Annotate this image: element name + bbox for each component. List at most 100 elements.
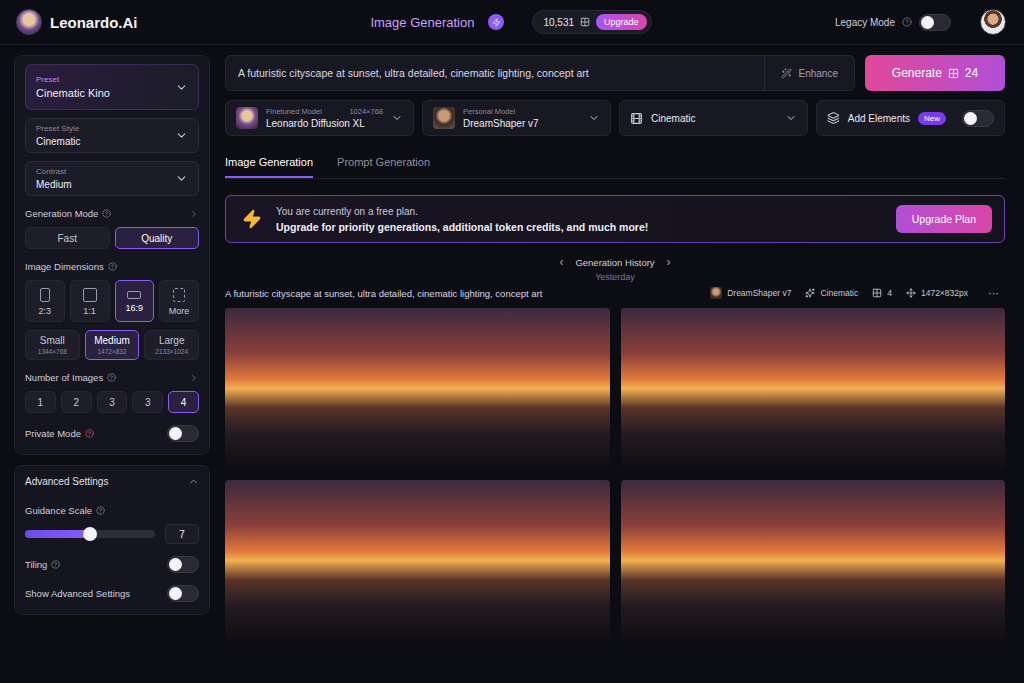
model-select[interactable]: Personal ModelDreamShaper v7 xyxy=(422,100,611,136)
top-bar: Leonardo.AiImage Generation 10,531Upgrade… xyxy=(0,0,1024,45)
select-label: Preset Style xyxy=(36,124,80,133)
preset-select[interactable]: PresetCinematic Kino xyxy=(25,64,199,110)
help-icon[interactable] xyxy=(107,373,116,382)
slider-thumb[interactable] xyxy=(83,527,97,541)
history-row: ‹Generation History› xyxy=(557,255,672,269)
enhance-label: Enhance xyxy=(799,68,838,79)
size-detail: 1344×768 xyxy=(38,348,67,355)
generate-cost: 24 xyxy=(965,66,978,80)
banner-title: You are currently on a free plan. xyxy=(276,206,882,217)
count-button[interactable]: 1 xyxy=(25,391,56,413)
size-button[interactable]: Large2133×1024 xyxy=(144,330,199,360)
private-mode-toggle[interactable] xyxy=(167,425,199,442)
count-button[interactable]: 3 xyxy=(132,391,163,413)
guidance-value[interactable]: 7 xyxy=(165,524,199,544)
ratio-shape-icon xyxy=(40,288,49,302)
mode-button[interactable]: Quality xyxy=(115,227,200,249)
size-options: Small1344×768 Medium 1472×832 Large2133×102… xyxy=(25,330,199,360)
help-icon[interactable] xyxy=(902,17,912,27)
guidance-slider[interactable] xyxy=(25,530,155,538)
selector-label: Personal Model xyxy=(463,107,515,116)
tab[interactable]: Prompt Generation xyxy=(337,150,430,178)
ratio-button[interactable]: 16:9 xyxy=(115,280,155,322)
generate-label: Generate xyxy=(892,66,942,80)
selector-texts: Finetuned Model1024×768Leonardo Diffusio… xyxy=(266,107,383,129)
size-label: Medium xyxy=(94,335,130,346)
model-selectors: Finetuned Model1024×768Leonardo Diffusio… xyxy=(225,100,1005,136)
legacy-toggle[interactable] xyxy=(919,14,951,31)
grid-icon xyxy=(872,288,882,298)
advanced-header[interactable]: Advanced Settings xyxy=(25,474,199,493)
generated-image[interactable] xyxy=(225,308,610,469)
sidebar: PresetCinematic KinoPreset StyleCinemati… xyxy=(14,55,210,683)
elements-toggle[interactable] xyxy=(962,110,994,127)
add-elements[interactable]: Add ElementsNew xyxy=(816,100,1005,136)
help-icon[interactable] xyxy=(51,560,60,569)
selector-label-row: Personal Model xyxy=(463,107,580,116)
select-value: Medium xyxy=(36,179,72,190)
count-button[interactable]: 2 xyxy=(61,391,92,413)
advanced-toggle[interactable] xyxy=(167,585,199,602)
slider-fill xyxy=(25,530,90,538)
prompt-input[interactable]: A futuristic cityscape at sunset, ultra … xyxy=(225,55,855,91)
generate-button[interactable]: Generate 24 xyxy=(865,55,1005,91)
select-label: Contrast xyxy=(36,167,72,176)
help-icon[interactable] xyxy=(102,209,111,218)
logo[interactable]: Leonardo.Ai xyxy=(16,9,370,35)
toggle-label: Private Mode xyxy=(25,428,81,439)
ratio-button[interactable]: More xyxy=(159,280,199,322)
layers-icon xyxy=(827,111,840,125)
style-icon xyxy=(805,288,815,298)
meta-model: DreamShaper v7 xyxy=(710,287,791,299)
bolt-icon xyxy=(492,18,501,27)
count-button[interactable]: 4 xyxy=(168,391,199,413)
prompt-text: A futuristic cityscape at sunset, ultra … xyxy=(238,67,764,79)
help-icon[interactable] xyxy=(85,429,94,438)
size-detail: 1472×832 xyxy=(97,348,126,355)
guidance-slider-row: 7 xyxy=(25,524,199,544)
preset-value: Cinematic Kino xyxy=(36,87,110,99)
page-title: Image Generation xyxy=(370,15,478,30)
generated-image[interactable] xyxy=(225,480,610,641)
enhance-button[interactable]: Enhance xyxy=(764,56,854,90)
setting-select[interactable]: Contrast Medium xyxy=(25,161,199,196)
section-label: Number of Images xyxy=(25,372,103,383)
more-button[interactable]: ··· xyxy=(982,286,1005,300)
prev-button[interactable]: ‹ xyxy=(557,255,565,269)
section-header: Image Dimensions xyxy=(25,261,199,272)
next-button[interactable]: › xyxy=(665,255,673,269)
size-button[interactable]: Medium 1472×832 xyxy=(85,330,140,360)
tab[interactable]: Image Generation xyxy=(225,150,313,178)
size-button[interactable]: Small1344×768 xyxy=(25,330,80,360)
setting-select[interactable]: Preset StyleCinematic xyxy=(25,118,199,153)
ratio-button[interactable]: 1:1 xyxy=(70,280,110,322)
token-pill: 10,531Upgrade xyxy=(532,10,651,34)
model-select[interactable]: Finetuned Model1024×768Leonardo Diffusio… xyxy=(225,100,414,136)
model-thumbnail xyxy=(710,287,722,299)
private-mode-row: Private Mode xyxy=(25,425,199,442)
style-select[interactable]: Cinematic xyxy=(619,100,808,136)
meta-style: Cinematic xyxy=(805,288,858,298)
generated-image[interactable] xyxy=(621,308,1006,469)
toggle-knob xyxy=(169,558,182,571)
selector-texts: Personal ModelDreamShaper v7 xyxy=(463,107,580,129)
advanced-toggle[interactable] xyxy=(167,556,199,573)
ratio-label: 2:3 xyxy=(39,306,52,316)
count-button[interactable]: 3 xyxy=(97,391,128,413)
help-icon[interactable] xyxy=(96,506,105,515)
bolt-icon xyxy=(242,209,262,229)
upgrade-button[interactable]: Upgrade xyxy=(596,14,647,30)
user-avatar[interactable] xyxy=(980,9,1006,35)
ratio-label: More xyxy=(169,306,190,316)
banner-text: Upgrade for priority generations, additi… xyxy=(276,221,882,233)
move-icon xyxy=(906,288,916,298)
mode-button[interactable]: Fast xyxy=(25,227,110,249)
select-texts: Preset StyleCinematic xyxy=(36,124,80,147)
generated-image[interactable] xyxy=(621,480,1006,641)
ratio-button[interactable]: 2:3 xyxy=(25,280,65,322)
history-nav: ‹Generation History›Yesterday xyxy=(225,255,1005,282)
section-header: Generation Mode xyxy=(25,208,199,219)
ratio-shape-icon xyxy=(83,288,97,302)
help-icon[interactable] xyxy=(108,262,117,271)
upgrade-plan-button[interactable]: Upgrade Plan xyxy=(896,205,992,233)
